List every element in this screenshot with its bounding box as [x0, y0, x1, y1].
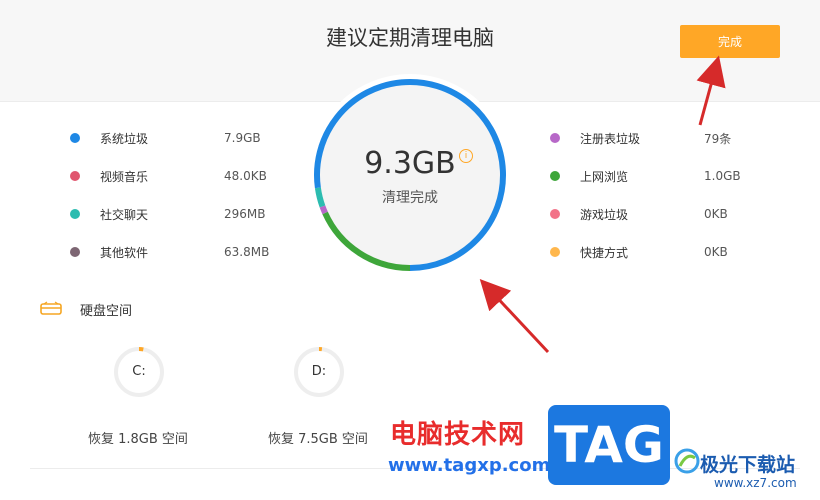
- category-label: 其他软件: [100, 245, 149, 260]
- cleaned-size: 9.3GB: [364, 146, 456, 181]
- drive-c-recovered: 恢复 1.8GB 空间: [88, 432, 188, 447]
- category-value: 79条: [704, 131, 732, 146]
- category-value: 296MB: [224, 207, 266, 221]
- drive-c-letter: C:: [132, 364, 146, 379]
- category-row: 快捷方式 0KB: [550, 242, 728, 262]
- category-label: 视频音乐: [100, 169, 149, 184]
- watermark-tag-logo: TAG: [548, 405, 670, 485]
- ring-segment: [319, 205, 328, 215]
- category-value: 48.0KB: [224, 169, 267, 183]
- drive-d-recovered: 恢复 7.5GB 空间: [268, 432, 368, 447]
- category-value: 7.9GB: [224, 131, 261, 145]
- drive-c-gauge: C:: [112, 345, 166, 399]
- cleanup-ring: 9.3GB i 清理完成: [308, 73, 512, 277]
- category-row: 系统垃圾 7.9GB: [70, 128, 261, 148]
- arrow-to-ring: [479, 279, 550, 354]
- category-label: 游戏垃圾: [580, 207, 629, 222]
- watermark-site-name: 电脑技术网: [390, 420, 526, 450]
- info-icon[interactable]: i: [459, 149, 473, 163]
- watermark-brand: 极光下载站: [700, 454, 796, 476]
- category-value: 1.0GB: [704, 169, 741, 183]
- disk-space-header: 硬盘空间: [40, 300, 132, 319]
- category-color-dot: [70, 209, 80, 219]
- drive-d-gauge: D:: [292, 345, 346, 399]
- category-row: 视频音乐 48.0KB: [70, 166, 267, 186]
- category-color-dot: [70, 133, 80, 143]
- watermark-brand-url: www.xz7.com: [714, 476, 797, 490]
- category-label: 注册表垃圾: [580, 131, 641, 146]
- category-row: 其他软件 63.8MB: [70, 242, 269, 262]
- category-value: 63.8MB: [224, 245, 270, 259]
- category-color-dot: [550, 133, 560, 143]
- category-color-dot: [550, 171, 560, 181]
- category-row: 游戏垃圾 0KB: [550, 204, 728, 224]
- category-value: 0KB: [704, 207, 728, 221]
- category-color-dot: [550, 209, 560, 219]
- category-color-dot: [550, 247, 560, 257]
- category-label: 社交聊天: [100, 207, 149, 222]
- hard-drive-icon: [40, 301, 62, 319]
- brand-logo-icon: [674, 448, 700, 474]
- category-label: 上网浏览: [580, 169, 629, 184]
- category-row: 社交聊天 296MB: [70, 204, 266, 224]
- category-row: 上网浏览 1.0GB: [550, 166, 741, 186]
- category-color-dot: [70, 247, 80, 257]
- disk-space-title: 硬盘空间: [80, 304, 133, 319]
- cleanup-status: 清理完成: [382, 190, 438, 206]
- category-value: 0KB: [704, 245, 728, 259]
- category-label: 系统垃圾: [100, 131, 149, 146]
- category-row: 注册表垃圾 79条: [550, 128, 731, 148]
- category-color-dot: [70, 171, 80, 181]
- category-label: 快捷方式: [580, 245, 629, 260]
- done-button[interactable]: 完成: [680, 25, 780, 58]
- watermark-site-url: www.tagxp.com: [388, 455, 551, 476]
- drive-d-letter: D:: [311, 364, 327, 379]
